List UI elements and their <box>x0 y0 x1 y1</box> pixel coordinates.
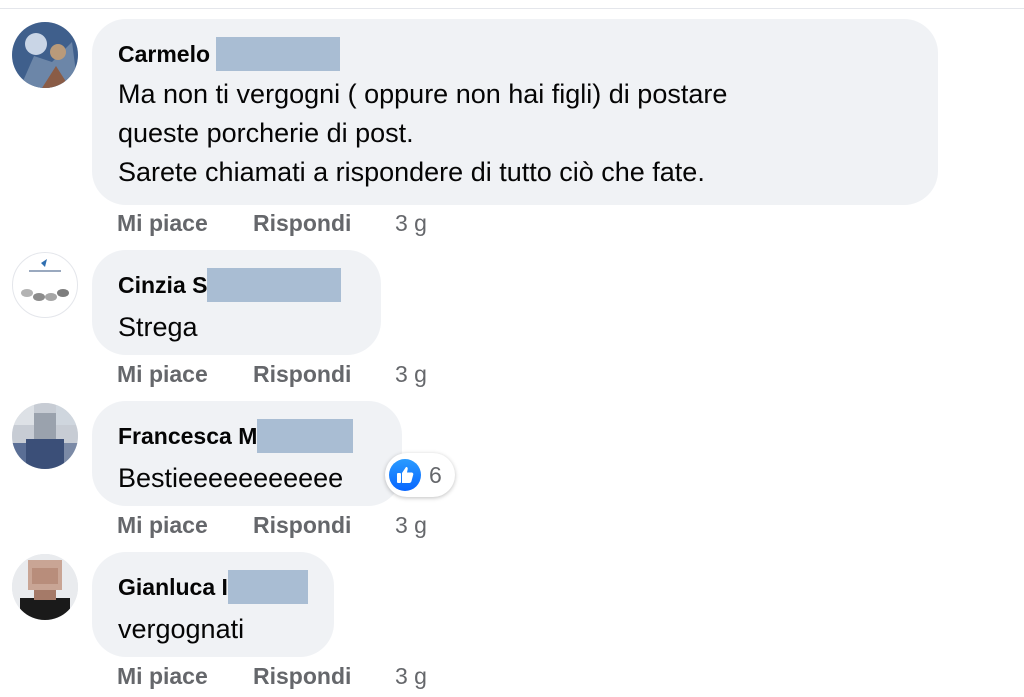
top-divider <box>0 8 1024 9</box>
comment-text: Bestieeeeeeeeeee <box>118 463 344 493</box>
redaction-box <box>207 268 342 302</box>
comment-actions: Mi piace Rispondi 3 g <box>117 662 427 690</box>
comment-actions: Mi piace Rispondi 3 g <box>117 209 427 237</box>
comment-text: Ma non ti vergogni ( oppure non hai figl… <box>118 79 728 187</box>
author-name[interactable]: Carmelo <box>118 37 912 71</box>
comment-bubble: Gianluca I vergognati <box>92 552 334 657</box>
comment-text: Strega <box>118 312 198 342</box>
timestamp[interactable]: 3 g <box>395 662 427 690</box>
reply-button[interactable]: Rispondi <box>253 662 395 690</box>
avatar[interactable] <box>12 22 78 88</box>
author-name[interactable]: Gianluca I <box>118 570 308 604</box>
comment-actions: Mi piace Rispondi 3 g <box>117 360 427 388</box>
like-button[interactable]: Mi piace <box>117 511 253 539</box>
redaction-box <box>216 37 341 71</box>
thumbs-up-icon <box>389 459 421 491</box>
reply-button[interactable]: Rispondi <box>253 511 395 539</box>
avatar[interactable] <box>12 403 78 469</box>
comment-bubble: Cinzia S Strega <box>92 250 381 355</box>
like-button[interactable]: Mi piace <box>117 209 253 237</box>
reply-button[interactable]: Rispondi <box>253 360 395 388</box>
comment-actions: Mi piace Rispondi 3 g <box>117 511 427 539</box>
avatar[interactable] <box>12 554 78 620</box>
author-name[interactable]: Cinzia S <box>118 268 355 302</box>
reply-button[interactable]: Rispondi <box>253 209 395 237</box>
avatar[interactable] <box>12 252 78 318</box>
redaction-box <box>257 419 354 453</box>
timestamp[interactable]: 3 g <box>395 360 427 388</box>
comment-text: vergognati <box>118 614 245 644</box>
like-button[interactable]: Mi piace <box>117 360 253 388</box>
author-name[interactable]: Francesca M <box>118 419 376 453</box>
comment-bubble: Francesca M Bestieeeeeeeeeee <box>92 401 402 506</box>
redaction-box <box>227 570 308 604</box>
reaction-summary[interactable]: 6 <box>385 453 455 497</box>
timestamp[interactable]: 3 g <box>395 209 427 237</box>
comment-bubble: Carmelo Ma non ti vergogni ( oppure non … <box>92 19 938 205</box>
reaction-count: 6 <box>429 461 442 488</box>
like-button[interactable]: Mi piace <box>117 662 253 690</box>
timestamp[interactable]: 3 g <box>395 511 427 539</box>
